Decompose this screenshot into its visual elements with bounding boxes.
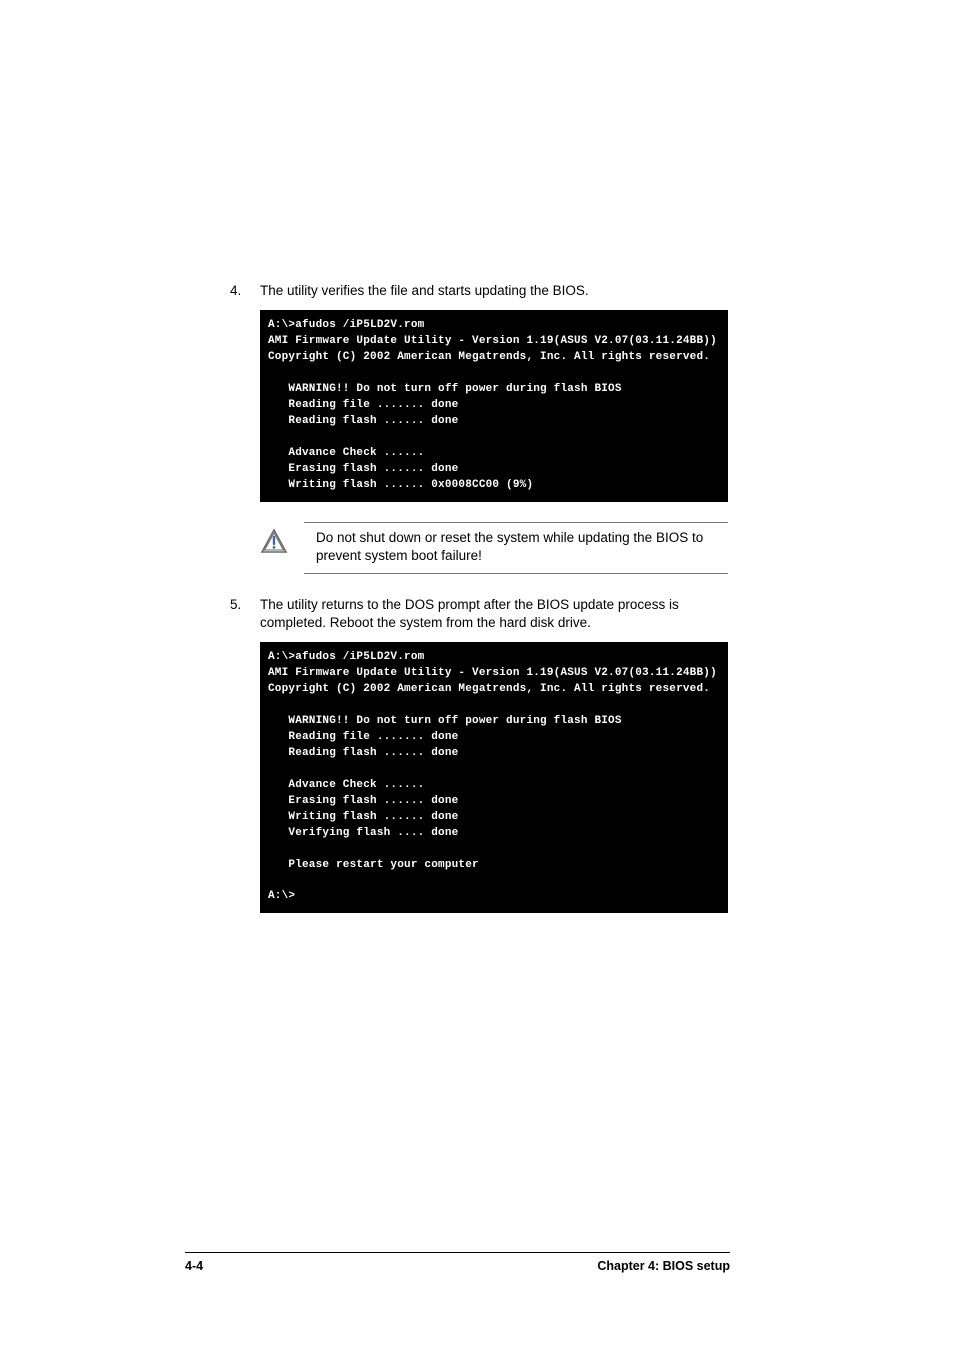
caution-icon <box>260 522 304 574</box>
page-number: 4-4 <box>185 1259 203 1273</box>
step-5: 5. The utility returns to the DOS prompt… <box>230 596 728 632</box>
step-4-number: 4. <box>230 282 260 300</box>
page-footer: 4-4 Chapter 4: BIOS setup <box>230 1242 728 1273</box>
footer-rule <box>185 1252 730 1253</box>
step-4: 4. The utility verifies the file and sta… <box>230 282 728 300</box>
chapter-title: Chapter 4: BIOS setup <box>597 1259 730 1273</box>
page-content: 4. The utility verifies the file and sta… <box>230 282 728 933</box>
step-5-text: The utility returns to the DOS prompt af… <box>260 596 728 632</box>
terminal-output-2: A:\>afudos /iP5LD2V.rom AMI Firmware Upd… <box>260 642 728 913</box>
caution-text: Do not shut down or reset the system whi… <box>304 522 728 574</box>
step-4-text: The utility verifies the file and starts… <box>260 282 728 300</box>
step-5-number: 5. <box>230 596 260 632</box>
terminal-output-1: A:\>afudos /iP5LD2V.rom AMI Firmware Upd… <box>260 310 728 501</box>
caution-callout: Do not shut down or reset the system whi… <box>260 522 728 574</box>
